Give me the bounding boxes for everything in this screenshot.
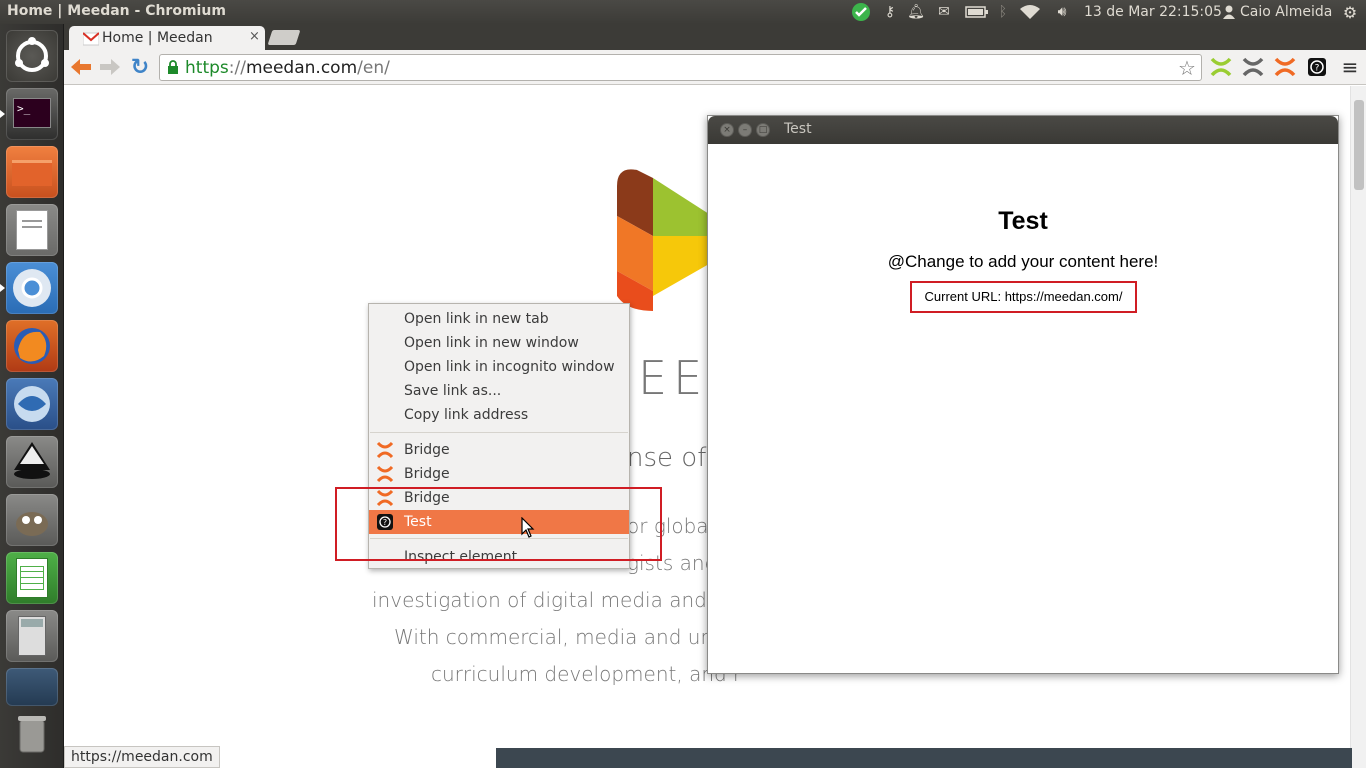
close-icon[interactable]: × — [720, 123, 734, 137]
forward-arrow-icon[interactable] — [98, 55, 122, 79]
firefox-icon[interactable] — [6, 320, 58, 372]
svg-text:?: ? — [1315, 64, 1320, 74]
window-title: Home | Meedan - Chromium — [7, 3, 226, 19]
bluetooth-icon[interactable]: ᛒ — [995, 3, 1011, 21]
clock[interactable]: 13 de Mar 22:15:05 — [1084, 3, 1222, 21]
menu-separator — [370, 432, 628, 433]
browser-toolbar: ↻ https://meedan.com/en/ ☆ ? ≡ — [64, 50, 1366, 85]
status-url-bubble: https://meedan.com — [64, 746, 220, 768]
text-editor-icon[interactable] — [6, 204, 58, 256]
bridge-extension-green-icon[interactable] — [1209, 55, 1233, 79]
page-tagline: nse of — [627, 443, 707, 473]
popup-body-text: @Change to add your content here! — [887, 252, 1159, 271]
url-text: https://meedan.com/en/ — [185, 58, 390, 78]
keyboard-indicator-icon[interactable]: ⚷ — [880, 3, 900, 21]
bridge-extension-gray-icon[interactable] — [1241, 55, 1265, 79]
reload-icon[interactable]: ↻ — [128, 55, 152, 80]
bridge-extension-orange-icon[interactable] — [1273, 55, 1297, 79]
url-scheme: https — [185, 58, 229, 78]
workspace-switcher-icon[interactable] — [6, 668, 58, 706]
chromium-icon[interactable] — [6, 262, 58, 314]
tab-title: Home | Meedan — [102, 30, 213, 46]
wifi-icon[interactable] — [1018, 3, 1042, 21]
gimp-icon[interactable] — [6, 494, 58, 546]
url-host: meedan.com — [245, 58, 358, 78]
menu-open-incognito[interactable]: Open link in incognito window — [369, 355, 629, 379]
tab-home-meedan[interactable]: Home | Meedan × — [69, 26, 265, 50]
menu-open-new-window[interactable]: Open link in new window — [369, 331, 629, 355]
popup-heading: Test — [998, 207, 1048, 235]
popup-window-title: Test — [784, 121, 812, 137]
new-tab-button[interactable] — [267, 30, 301, 45]
update-check-icon[interactable] — [850, 3, 872, 21]
thunderbird-icon[interactable] — [6, 378, 58, 430]
url-path: /en/ — [357, 58, 390, 78]
notification-bell-icon[interactable]: 🔔︎ — [906, 3, 926, 21]
page-footer-strip — [496, 748, 1352, 768]
annotation-highlight-box — [335, 487, 662, 561]
bookmark-star-icon[interactable]: ☆ — [1178, 56, 1196, 80]
page-text-line-4: investigation of digital media and crow — [372, 588, 761, 612]
bridge-icon — [376, 465, 394, 483]
menu-save-link-as[interactable]: Save link as... — [369, 379, 629, 403]
dash-home-icon[interactable] — [6, 30, 58, 82]
url-separator: :// — [228, 58, 246, 78]
scrollbar-thumb[interactable] — [1354, 100, 1364, 190]
tab-close-icon[interactable]: × — [249, 29, 260, 44]
popup-titlebar[interactable]: × – □ Test — [708, 116, 1338, 144]
gear-icon[interactable]: ⚙ — [1340, 3, 1360, 22]
menu-bridge-1[interactable]: Bridge — [369, 438, 629, 462]
unity-launcher: >_ — [0, 24, 64, 768]
menu-bridge-2[interactable]: Bridge — [369, 462, 629, 486]
page-scrollbar[interactable] — [1350, 86, 1366, 768]
menu-hamburger-icon[interactable]: ≡ — [1338, 55, 1362, 79]
test-extension-icon[interactable]: ? — [1305, 55, 1329, 79]
mouse-cursor-icon — [521, 516, 535, 543]
page-text-line-5: With commercial, media and univer — [394, 625, 752, 649]
current-url-box: Current URL: https://meedan.com/ — [910, 281, 1137, 313]
volume-icon[interactable]: 🔊︎ — [1050, 3, 1074, 21]
trash-icon[interactable] — [6, 708, 58, 760]
files-icon[interactable] — [6, 146, 58, 198]
gmail-favicon-icon — [82, 31, 100, 47]
logo-wordmark: EE — [638, 351, 709, 405]
minimize-icon[interactable]: – — [738, 123, 752, 137]
secure-lock-icon — [167, 60, 179, 79]
top-panel: Home | Meedan - Chromium ⚷ 🔔︎ ✉ ᛒ 🔊︎ 13 … — [0, 0, 1366, 24]
terminal-running-indicator — [0, 110, 5, 118]
bridge-icon — [376, 441, 394, 459]
test-popup-window: × – □ Test Test @Change to add your cont… — [707, 115, 1339, 674]
mail-icon[interactable]: ✉ — [933, 3, 955, 21]
page-text-line-6: curriculum development, and r — [431, 662, 742, 686]
address-bar[interactable]: https://meedan.com/en/ ☆ — [159, 54, 1202, 81]
terminal-icon[interactable]: >_ — [6, 88, 58, 140]
user-name[interactable]: Caio Almeida — [1240, 3, 1332, 21]
back-arrow-icon[interactable] — [69, 55, 93, 79]
tab-strip: Home | Meedan × — [64, 24, 1366, 50]
user-icon — [1222, 3, 1236, 21]
inkscape-icon[interactable] — [6, 436, 58, 488]
spreadsheet-icon[interactable] — [6, 552, 58, 604]
menu-copy-link-address[interactable]: Copy link address — [369, 403, 629, 427]
menu-open-new-tab[interactable]: Open link in new tab — [369, 307, 629, 331]
chromium-running-indicator — [0, 284, 5, 292]
battery-icon[interactable] — [964, 3, 990, 21]
maximize-icon[interactable]: □ — [756, 123, 770, 137]
meedan-logo-icon — [617, 166, 709, 315]
calculator-icon[interactable] — [6, 610, 58, 662]
